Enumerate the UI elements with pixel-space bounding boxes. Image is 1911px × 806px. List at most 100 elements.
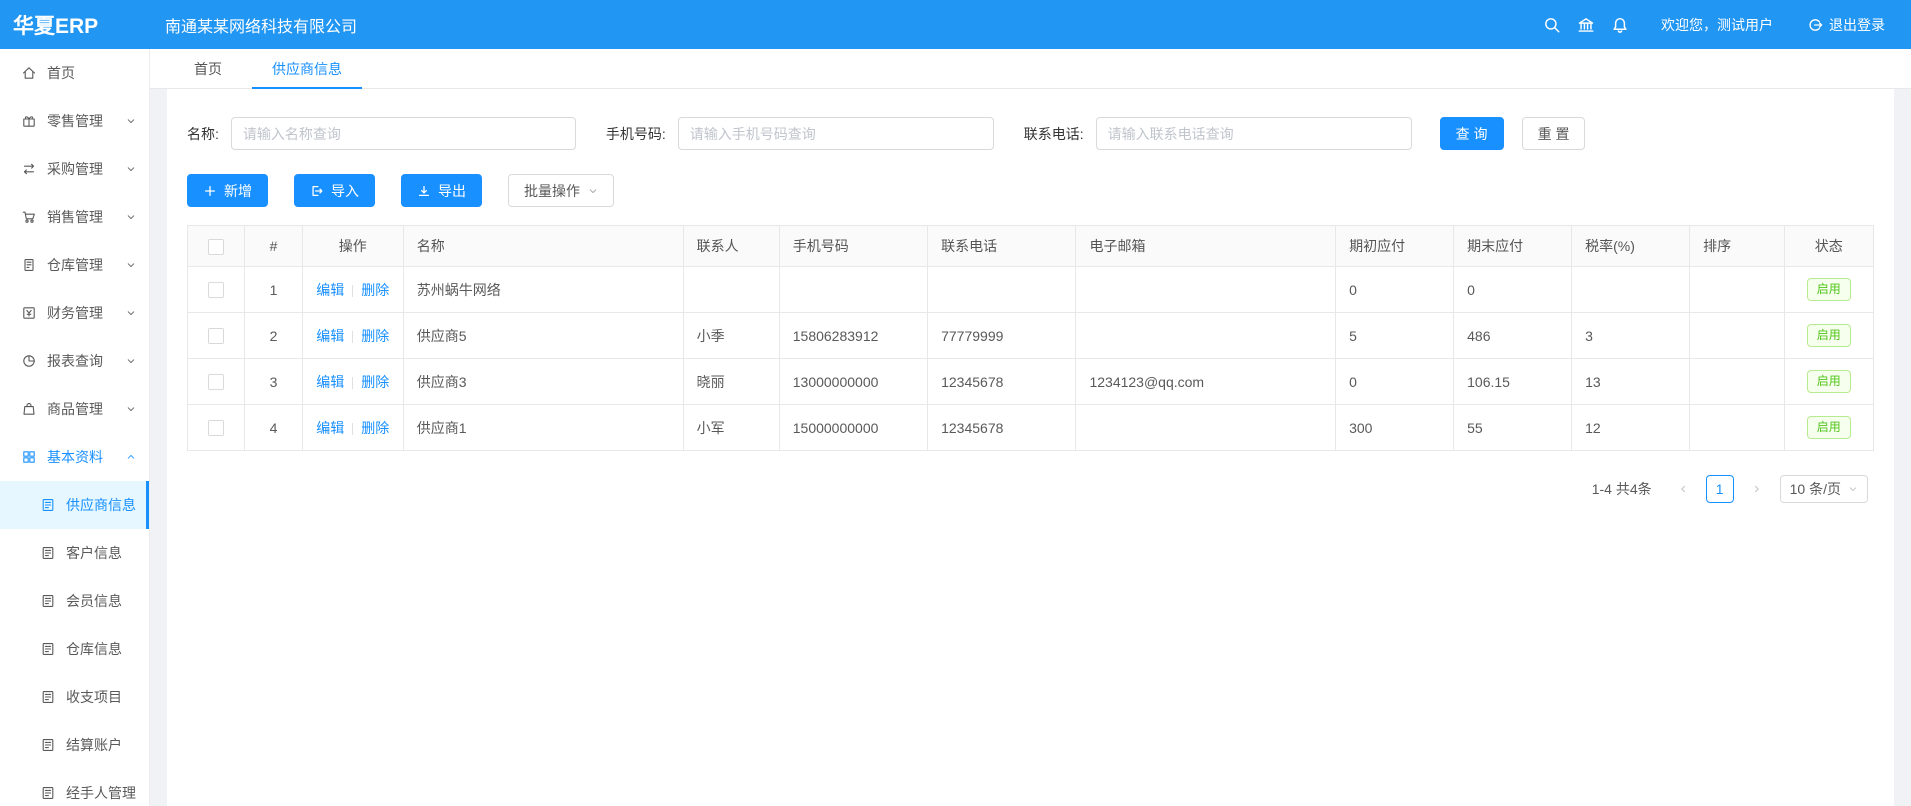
- app-logo: 华夏ERP: [0, 10, 150, 40]
- edit-link[interactable]: 编辑: [316, 282, 344, 298]
- sidebar-item-客户信息[interactable]: 客户信息: [0, 529, 149, 577]
- column-header-联系电话: 联系电话: [928, 226, 1076, 267]
- edit-link[interactable]: 编辑: [316, 374, 344, 390]
- sidebar-item-基本资料[interactable]: 基本资料: [0, 433, 149, 481]
- sidebar-item-label: 供应商信息: [66, 495, 136, 515]
- row-phone-cell: [779, 267, 927, 313]
- delete-link[interactable]: 删除: [361, 420, 389, 436]
- search-icon[interactable]: [1535, 8, 1569, 42]
- search-button[interactable]: 查 询: [1440, 117, 1504, 150]
- tab-home[interactable]: 首页: [174, 49, 242, 88]
- sidebar-item-财务管理[interactable]: 财务管理: [0, 289, 149, 337]
- bell-icon[interactable]: [1603, 8, 1637, 42]
- sidebar-item-报表查询[interactable]: 报表查询: [0, 337, 149, 385]
- export-button[interactable]: 导出: [401, 174, 482, 207]
- chevron-down-icon: [1848, 484, 1858, 494]
- row-status-cell: 启用: [1784, 267, 1873, 313]
- row-phone-cell: 15000000000: [779, 405, 927, 451]
- row-email-cell: [1076, 405, 1336, 451]
- logout-button[interactable]: 退出登录: [1807, 15, 1885, 35]
- chevron-down-icon: [126, 212, 136, 222]
- add-button-label: 新增: [224, 181, 252, 201]
- select-all-checkbox[interactable]: [208, 239, 224, 255]
- page-size-select[interactable]: 10 条/页: [1780, 475, 1868, 503]
- sidebar-item-label: 报表查询: [47, 351, 103, 371]
- row-tel-cell: 12345678: [928, 359, 1076, 405]
- main-area: 首页 供应商信息 名称: 手机号码: 联系电话:: [150, 49, 1911, 806]
- chevron-down-icon: [126, 356, 136, 366]
- row-checkbox[interactable]: [208, 420, 224, 436]
- row-phone-cell: 13000000000: [779, 359, 927, 405]
- filter-phone-input[interactable]: [678, 117, 994, 150]
- row-checkbox[interactable]: [208, 328, 224, 344]
- column-header-联系人: 联系人: [683, 226, 779, 267]
- sidebar-item-label: 商品管理: [47, 399, 103, 419]
- sidebar-item-采购管理[interactable]: 采购管理: [0, 145, 149, 193]
- edit-link[interactable]: 编辑: [316, 420, 344, 436]
- welcome-text: 欢迎您，测试用户: [1661, 15, 1773, 35]
- tab-supplier-info[interactable]: 供应商信息: [252, 49, 362, 88]
- table-header: #操作名称联系人手机号码联系电话电子邮箱期初应付期末应付税率(%)排序状态: [188, 226, 1874, 267]
- edit-link[interactable]: 编辑: [316, 328, 344, 344]
- sidebar-item-会员信息[interactable]: 会员信息: [0, 577, 149, 625]
- delete-link[interactable]: 删除: [361, 282, 389, 298]
- row-contact-cell: [683, 267, 779, 313]
- column-header-checkbox: [188, 226, 245, 267]
- row-begin-cell: 300: [1336, 405, 1454, 451]
- sidebar-item-供应商信息[interactable]: 供应商信息: [0, 481, 149, 529]
- row-tax-cell: [1572, 267, 1690, 313]
- sidebar-item-仓库管理[interactable]: 仓库管理: [0, 241, 149, 289]
- filter-row: 名称: 手机号码: 联系电话: 查 询 重 置: [187, 117, 1874, 150]
- status-badge: 启用: [1807, 278, 1851, 302]
- sidebar-item-销售管理[interactable]: 销售管理: [0, 193, 149, 241]
- status-badge: 启用: [1807, 370, 1851, 394]
- sidebar-item-商品管理[interactable]: 商品管理: [0, 385, 149, 433]
- reset-button[interactable]: 重 置: [1522, 117, 1586, 150]
- action-divider: [352, 423, 353, 435]
- sidebar-item-收支项目[interactable]: 收支项目: [0, 673, 149, 721]
- row-checkbox[interactable]: [208, 374, 224, 390]
- prev-page-icon[interactable]: [1670, 476, 1696, 502]
- toolbar: 新增 导入 导出 批量操作: [187, 174, 1874, 207]
- filter-phone-label: 手机号码:: [606, 124, 666, 144]
- batch-actions-button[interactable]: 批量操作: [508, 174, 614, 207]
- delete-link[interactable]: 删除: [361, 374, 389, 390]
- retail-icon: [21, 113, 37, 129]
- row-select-cell: [188, 359, 245, 405]
- doc-icon: [40, 641, 56, 657]
- row-name-cell: 苏州蜗牛网络: [403, 267, 683, 313]
- row-email-cell: [1076, 267, 1336, 313]
- logout-icon: [1807, 17, 1823, 33]
- sidebar-item-零售管理[interactable]: 零售管理: [0, 97, 149, 145]
- sidebar-item-label: 经手人管理: [66, 783, 136, 803]
- row-actions-cell: 编辑 删除: [302, 405, 403, 451]
- filter-tel-input[interactable]: [1096, 117, 1412, 150]
- delete-link[interactable]: 删除: [361, 328, 389, 344]
- row-tax-cell: 12: [1572, 405, 1690, 451]
- sidebar-item-结算账户[interactable]: 结算账户: [0, 721, 149, 769]
- row-begin-cell: 0: [1336, 267, 1454, 313]
- doc-icon: [40, 593, 56, 609]
- import-button[interactable]: 导入: [294, 174, 375, 207]
- filter-name-label: 名称:: [187, 124, 219, 144]
- sidebar-item-经手人管理[interactable]: 经手人管理: [0, 769, 149, 806]
- add-button[interactable]: 新增: [187, 174, 268, 207]
- home-icon: [21, 65, 37, 81]
- row-tax-cell: 13: [1572, 359, 1690, 405]
- row-name-cell: 供应商1: [403, 405, 683, 451]
- page-number[interactable]: 1: [1706, 475, 1734, 503]
- row-end-cell: 55: [1454, 405, 1572, 451]
- warehouse-icon: [21, 257, 37, 273]
- bank-icon[interactable]: [1569, 8, 1603, 42]
- row-index-cell: 1: [245, 267, 302, 313]
- next-page-icon[interactable]: [1744, 476, 1770, 502]
- filter-name-input[interactable]: [231, 117, 576, 150]
- row-checkbox[interactable]: [208, 282, 224, 298]
- row-phone-cell: 15806283912: [779, 313, 927, 359]
- sidebar-item-仓库信息[interactable]: 仓库信息: [0, 625, 149, 673]
- row-index-cell: 2: [245, 313, 302, 359]
- row-end-cell: 0: [1454, 267, 1572, 313]
- sidebar-item-首页[interactable]: 首页: [0, 49, 149, 97]
- sidebar-item-label: 仓库管理: [47, 255, 103, 275]
- row-contact-cell: 晓丽: [683, 359, 779, 405]
